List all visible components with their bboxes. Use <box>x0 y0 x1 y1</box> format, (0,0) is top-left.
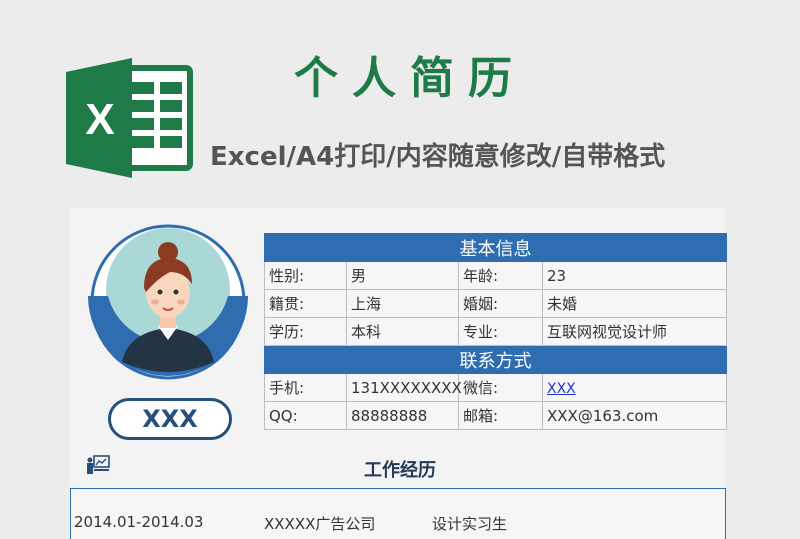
info-label: 婚姻: <box>458 289 543 318</box>
info-value: 本科 <box>346 317 459 346</box>
info-label: 手机: <box>264 373 347 402</box>
info-value: 88888888 <box>346 401 459 430</box>
work-role: 设计实习生 <box>432 515 508 533</box>
svg-text:X: X <box>85 95 114 144</box>
work-company: XXXXX广告公司 <box>264 515 376 533</box>
info-label: 性别: <box>264 261 347 290</box>
table-row: 性别: 男 年龄: 23 <box>264 261 727 290</box>
info-label: 年龄: <box>458 261 543 290</box>
page-title: 个人简历 <box>294 53 526 104</box>
work-period: 2014.01-2014.03 <box>74 513 204 531</box>
info-label: 微信: <box>458 373 543 402</box>
info-label: 专业: <box>458 317 543 346</box>
info-value: XXX@163.com <box>542 401 727 430</box>
info-value: 男 <box>346 261 459 290</box>
work-heading: 工作经历 <box>364 460 436 481</box>
table-row: QQ: 88888888 邮箱: XXX@163.com <box>264 401 727 430</box>
info-label: 籍贯: <box>264 289 347 318</box>
briefcase-presentation-icon <box>86 455 110 475</box>
wechat-link[interactable]: XXX <box>547 381 576 397</box>
table-row: 手机: 131XXXXXXXX 微信: XXX <box>264 373 727 402</box>
table-row: 籍贯: 上海 婚姻: 未婚 <box>264 289 727 318</box>
info-label: QQ: <box>264 401 347 430</box>
name-badge: XXX <box>108 398 232 440</box>
contact-heading: 联系方式 <box>264 345 727 374</box>
info-label: 邮箱: <box>458 401 543 430</box>
info-value: 未婚 <box>542 289 727 318</box>
basic-info-heading: 基本信息 <box>264 233 727 262</box>
info-value: 上海 <box>346 289 459 318</box>
person-avatar-icon <box>88 222 248 382</box>
info-value: 131XXXXXXXX <box>346 373 462 402</box>
info-label: 学历: <box>264 317 347 346</box>
info-table: 基本信息 性别: 男 年龄: 23 籍贯: 上海 婚姻: 未婚 学历: 本科 专… <box>264 233 727 430</box>
table-row: 学历: 本科 专业: 互联网视觉设计师 <box>264 317 727 346</box>
info-value: 互联网视觉设计师 <box>542 317 727 346</box>
page-subtitle: Excel/A4打印/内容随意修改/自带格式 <box>210 142 666 172</box>
info-value: 23 <box>542 261 727 290</box>
excel-logo-icon: X <box>66 58 194 178</box>
